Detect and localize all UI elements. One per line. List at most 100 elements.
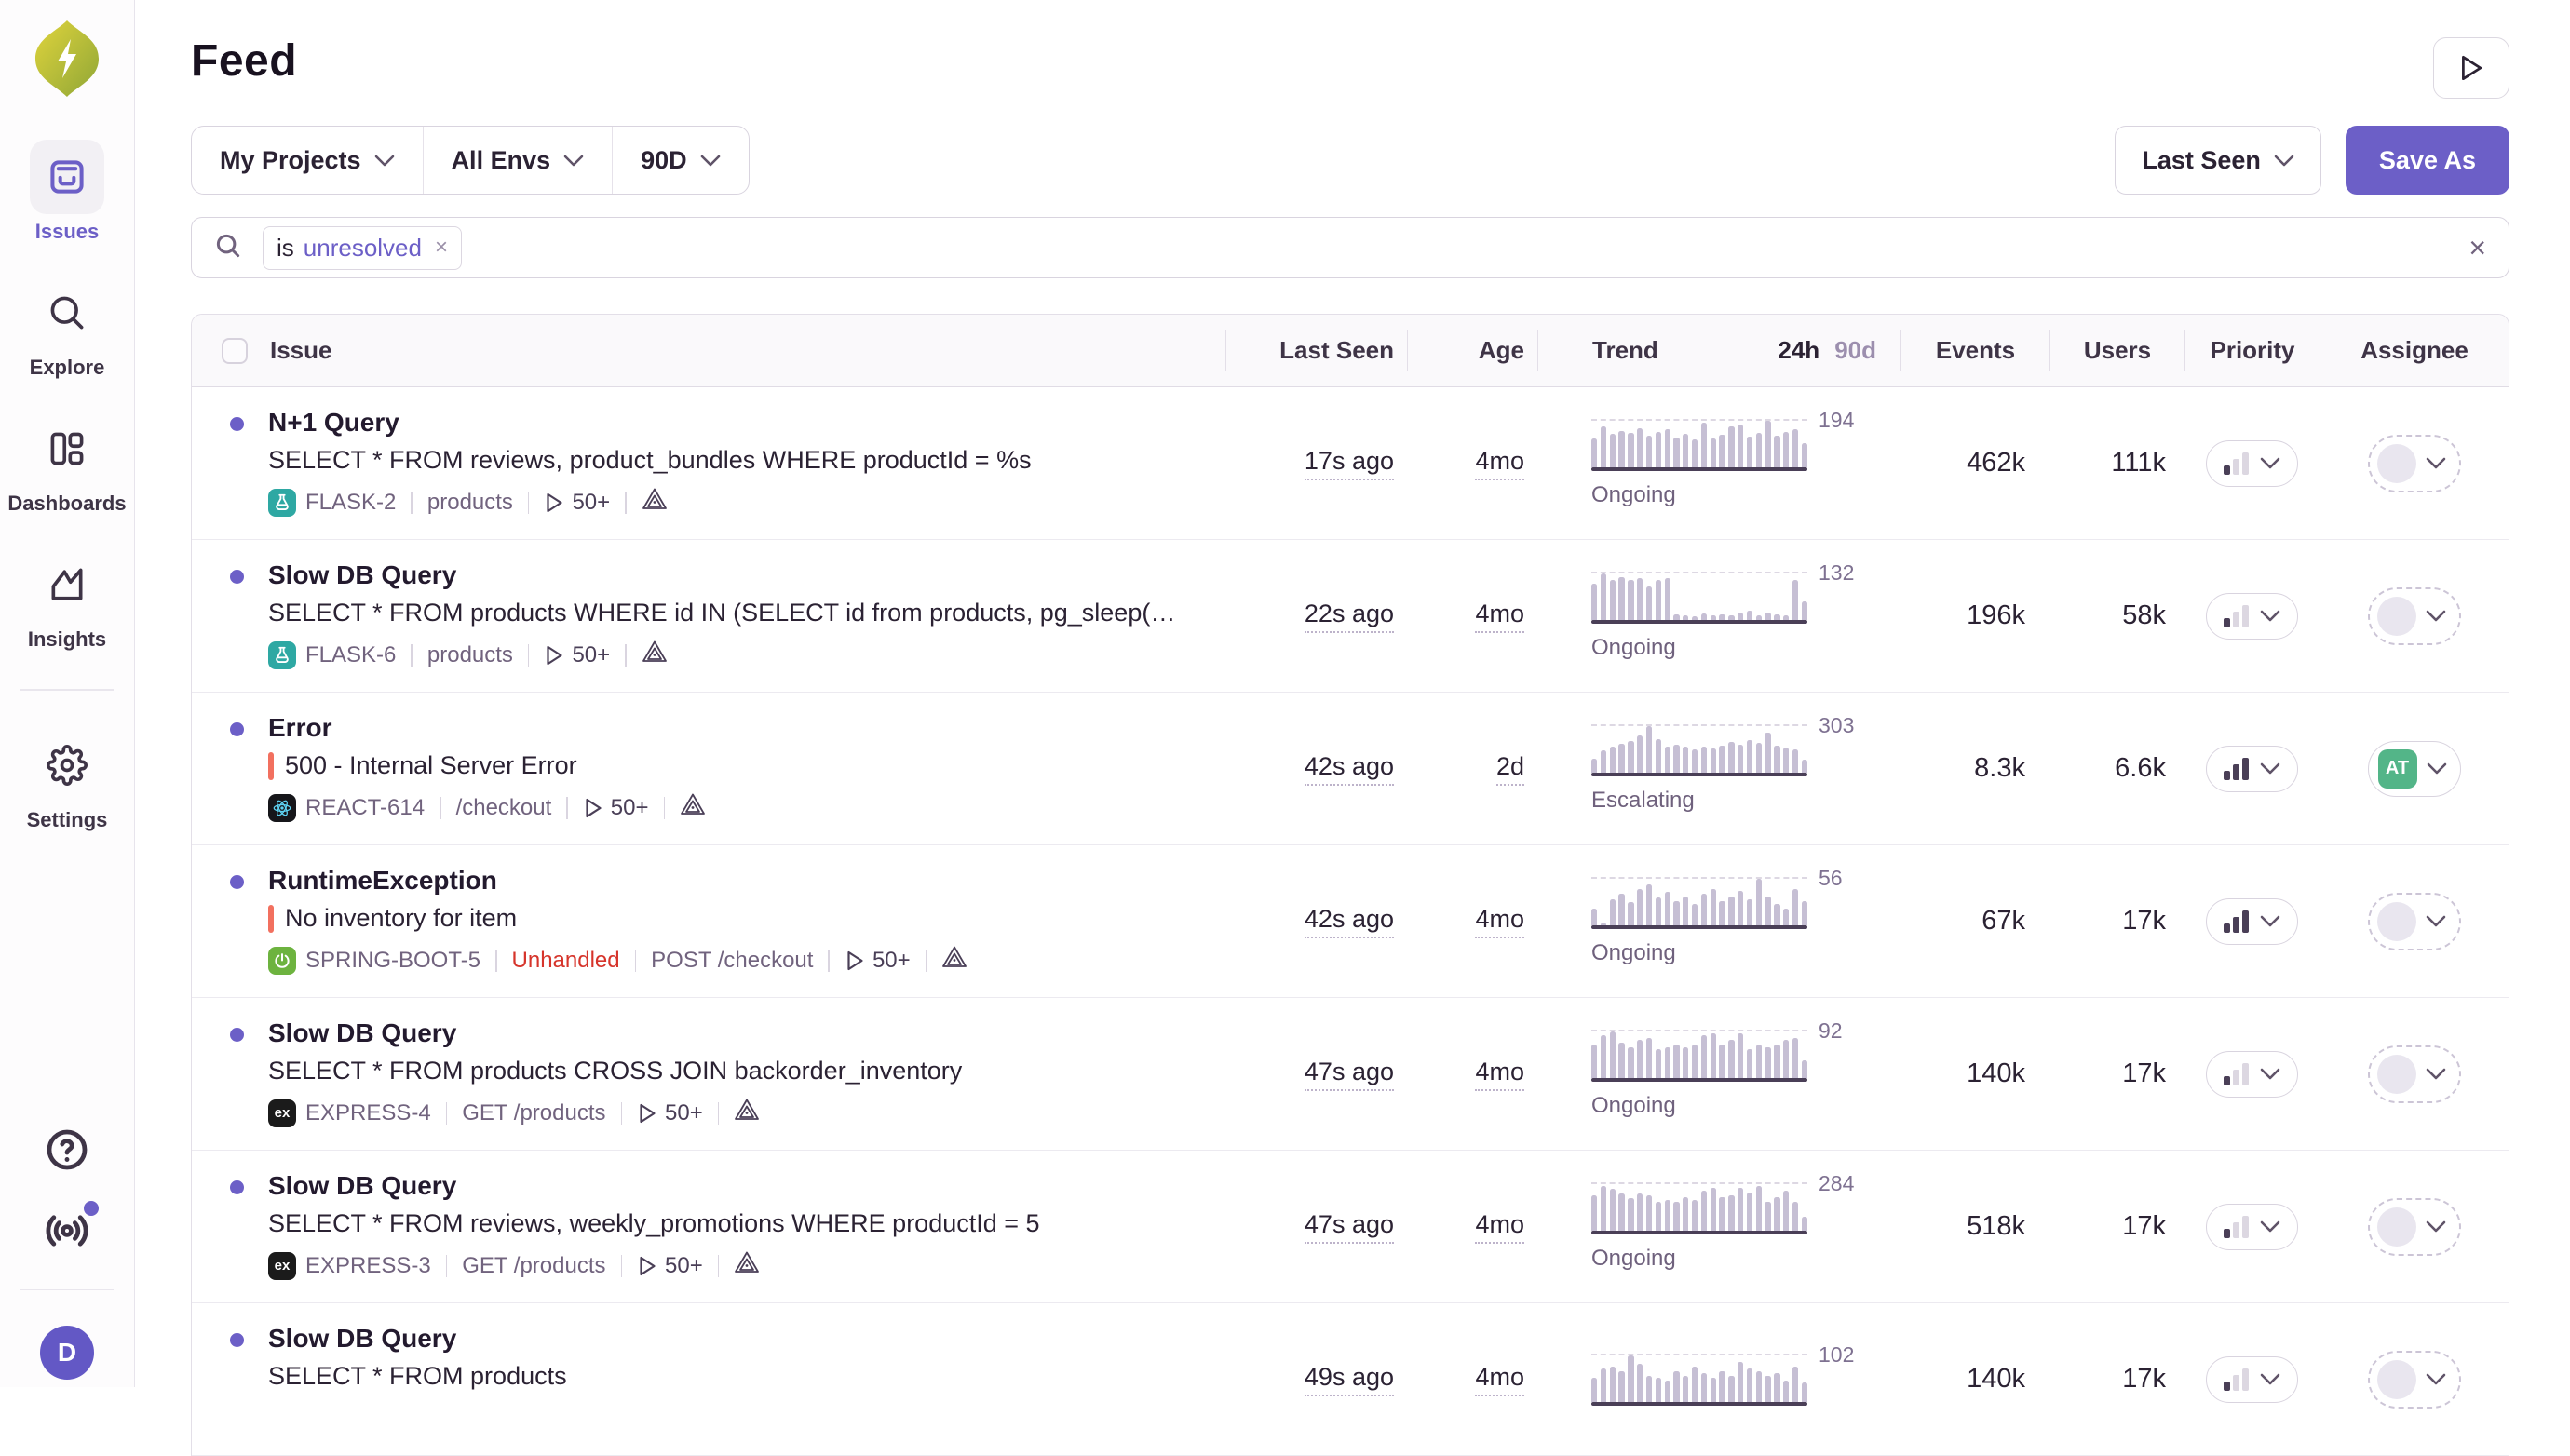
issue-row[interactable]: Slow DB Query SELECT * FROM products CRO… bbox=[192, 998, 2509, 1151]
sort-button[interactable]: Last Seen bbox=[2115, 126, 2321, 195]
seer-icon[interactable] bbox=[680, 792, 706, 823]
priority-button[interactable] bbox=[2206, 898, 2298, 945]
seer-icon[interactable] bbox=[734, 1098, 760, 1128]
users-cell: 17k bbox=[2049, 1151, 2184, 1302]
issue-title[interactable]: Slow DB Query bbox=[268, 1324, 567, 1354]
issue-title[interactable]: Error bbox=[268, 713, 706, 743]
replay-count-badge[interactable]: 50+ bbox=[544, 490, 610, 516]
issue-row[interactable]: RuntimeException No inventory for item S… bbox=[192, 845, 2509, 998]
last-seen-value[interactable]: 47s ago bbox=[1305, 1210, 1394, 1244]
issue-title[interactable]: RuntimeException bbox=[268, 866, 967, 896]
assignee-button[interactable] bbox=[2368, 1045, 2461, 1103]
replay-count-badge[interactable]: 50+ bbox=[637, 1253, 703, 1279]
replay-count-badge[interactable]: 50+ bbox=[845, 948, 911, 974]
project-badge[interactable]: FLASK-2 bbox=[268, 489, 396, 517]
sidebar-item-settings[interactable]: Settings bbox=[27, 728, 108, 832]
express-icon: ex bbox=[275, 1258, 291, 1274]
trend-range-24h[interactable]: 24h bbox=[1778, 336, 1819, 365]
issue-title[interactable]: Slow DB Query bbox=[268, 560, 1175, 590]
search-filter-token[interactable]: is unresolved × bbox=[263, 226, 462, 270]
age-value[interactable]: 4mo bbox=[1475, 1210, 1524, 1244]
last-seen-value[interactable]: 22s ago bbox=[1305, 600, 1394, 633]
trend-range-90d[interactable]: 90d bbox=[1834, 336, 1876, 365]
project-badge[interactable]: FLASK-6 bbox=[268, 641, 396, 669]
priority-button[interactable] bbox=[2206, 593, 2298, 640]
issue-title[interactable]: N+1 Query bbox=[268, 408, 1032, 438]
issue-title[interactable]: Slow DB Query bbox=[268, 1018, 962, 1048]
users-count: 17k bbox=[2122, 906, 2166, 937]
spring-boot-icon bbox=[272, 950, 292, 971]
issue-search-bar[interactable]: is unresolved × × bbox=[191, 217, 2509, 278]
replay-count-badge[interactable]: 50+ bbox=[637, 1100, 703, 1126]
trend-bar bbox=[1601, 426, 1606, 467]
project-badge[interactable]: REACT-614 bbox=[268, 794, 425, 822]
user-avatar[interactable]: D bbox=[40, 1326, 94, 1380]
sidebar-item-insights[interactable]: Insights bbox=[28, 547, 106, 652]
last-seen-value[interactable]: 17s ago bbox=[1305, 447, 1394, 480]
issue-row[interactable]: Error 500 - Internal Server Error REACT-… bbox=[192, 693, 2509, 845]
clear-search-icon[interactable]: × bbox=[2469, 233, 2486, 263]
sidebar-item-explore[interactable]: Explore bbox=[30, 276, 105, 380]
last-seen-value[interactable]: 49s ago bbox=[1305, 1363, 1394, 1396]
events-cell: 518k bbox=[1900, 1151, 2049, 1302]
column-header-age[interactable]: Age bbox=[1407, 330, 1537, 371]
app-logo-icon[interactable] bbox=[34, 19, 101, 99]
assignee-button[interactable] bbox=[2368, 435, 2461, 492]
age-value[interactable]: 4mo bbox=[1475, 1058, 1524, 1091]
assignee-button[interactable] bbox=[2368, 1198, 2461, 1256]
sidebar-item-issues[interactable]: Issues bbox=[30, 140, 104, 244]
age-cell: 4mo bbox=[1407, 1303, 1537, 1455]
issue-title[interactable]: Slow DB Query bbox=[268, 1171, 1040, 1201]
last-seen-value[interactable]: 42s ago bbox=[1305, 905, 1394, 938]
unresolved-dot bbox=[230, 1028, 244, 1042]
replay-count-badge[interactable]: 50+ bbox=[544, 642, 610, 668]
last-seen-value[interactable]: 42s ago bbox=[1305, 752, 1394, 786]
sidebar-item-dashboards[interactable]: Dashboards bbox=[7, 411, 126, 516]
project-badge[interactable]: exEXPRESS-4 bbox=[268, 1099, 431, 1127]
save-as-button[interactable]: Save As bbox=[2346, 126, 2509, 195]
project-badge[interactable]: exEXPRESS-3 bbox=[268, 1252, 431, 1280]
last-seen-value[interactable]: 47s ago bbox=[1305, 1058, 1394, 1091]
help-button[interactable] bbox=[45, 1127, 89, 1177]
react-icon bbox=[268, 794, 296, 822]
age-value[interactable]: 4mo bbox=[1475, 1363, 1524, 1396]
assignee-button[interactable] bbox=[2368, 1351, 2461, 1409]
users-cell: 17k bbox=[2049, 845, 2184, 997]
assignee-button[interactable]: AT bbox=[2368, 741, 2461, 797]
replay-tour-button[interactable] bbox=[2433, 37, 2509, 99]
column-header-priority[interactable]: Priority bbox=[2184, 330, 2320, 371]
column-header-events[interactable]: Events bbox=[1900, 330, 2049, 371]
issue-row[interactable]: Slow DB Query SELECT * FROM reviews, wee… bbox=[192, 1151, 2509, 1303]
whats-new-button[interactable] bbox=[45, 1208, 89, 1258]
age-value[interactable]: 4mo bbox=[1475, 905, 1524, 938]
column-header-assignee[interactable]: Assignee bbox=[2320, 330, 2509, 371]
seer-icon[interactable] bbox=[941, 945, 967, 976]
issue-row[interactable]: N+1 Query SELECT * FROM reviews, product… bbox=[192, 387, 2509, 540]
issue-row[interactable]: Slow DB Query SELECT * FROM products WHE… bbox=[192, 540, 2509, 693]
meta-separator bbox=[621, 1255, 623, 1277]
priority-button[interactable] bbox=[2206, 440, 2298, 487]
projects-filter[interactable]: My Projects bbox=[192, 127, 423, 194]
date-range-filter[interactable]: 90D bbox=[612, 127, 749, 194]
remove-token-icon[interactable]: × bbox=[435, 235, 448, 261]
priority-button[interactable] bbox=[2206, 746, 2298, 792]
priority-button[interactable] bbox=[2206, 1204, 2298, 1250]
issue-row[interactable]: Slow DB Query SELECT * FROM products 49s… bbox=[192, 1303, 2509, 1456]
age-value[interactable]: 4mo bbox=[1475, 600, 1524, 633]
seer-icon[interactable] bbox=[642, 487, 668, 518]
seer-icon[interactable] bbox=[734, 1250, 760, 1281]
priority-button[interactable] bbox=[2206, 1051, 2298, 1098]
replay-count-badge[interactable]: 50+ bbox=[583, 795, 649, 821]
assignee-button[interactable] bbox=[2368, 893, 2461, 950]
assignee-button[interactable] bbox=[2368, 587, 2461, 645]
priority-button[interactable] bbox=[2206, 1356, 2298, 1403]
trend-bar bbox=[1719, 1045, 1725, 1078]
select-all-checkbox[interactable] bbox=[222, 338, 248, 364]
column-header-last-seen[interactable]: Last Seen bbox=[1225, 330, 1407, 371]
column-header-users[interactable]: Users bbox=[2049, 330, 2184, 371]
age-value[interactable]: 4mo bbox=[1475, 447, 1524, 480]
seer-icon[interactable] bbox=[642, 640, 668, 670]
age-value[interactable]: 2d bbox=[1496, 752, 1524, 786]
project-badge[interactable]: SPRING-BOOT-5 bbox=[268, 947, 480, 975]
environments-filter[interactable]: All Envs bbox=[423, 127, 613, 194]
